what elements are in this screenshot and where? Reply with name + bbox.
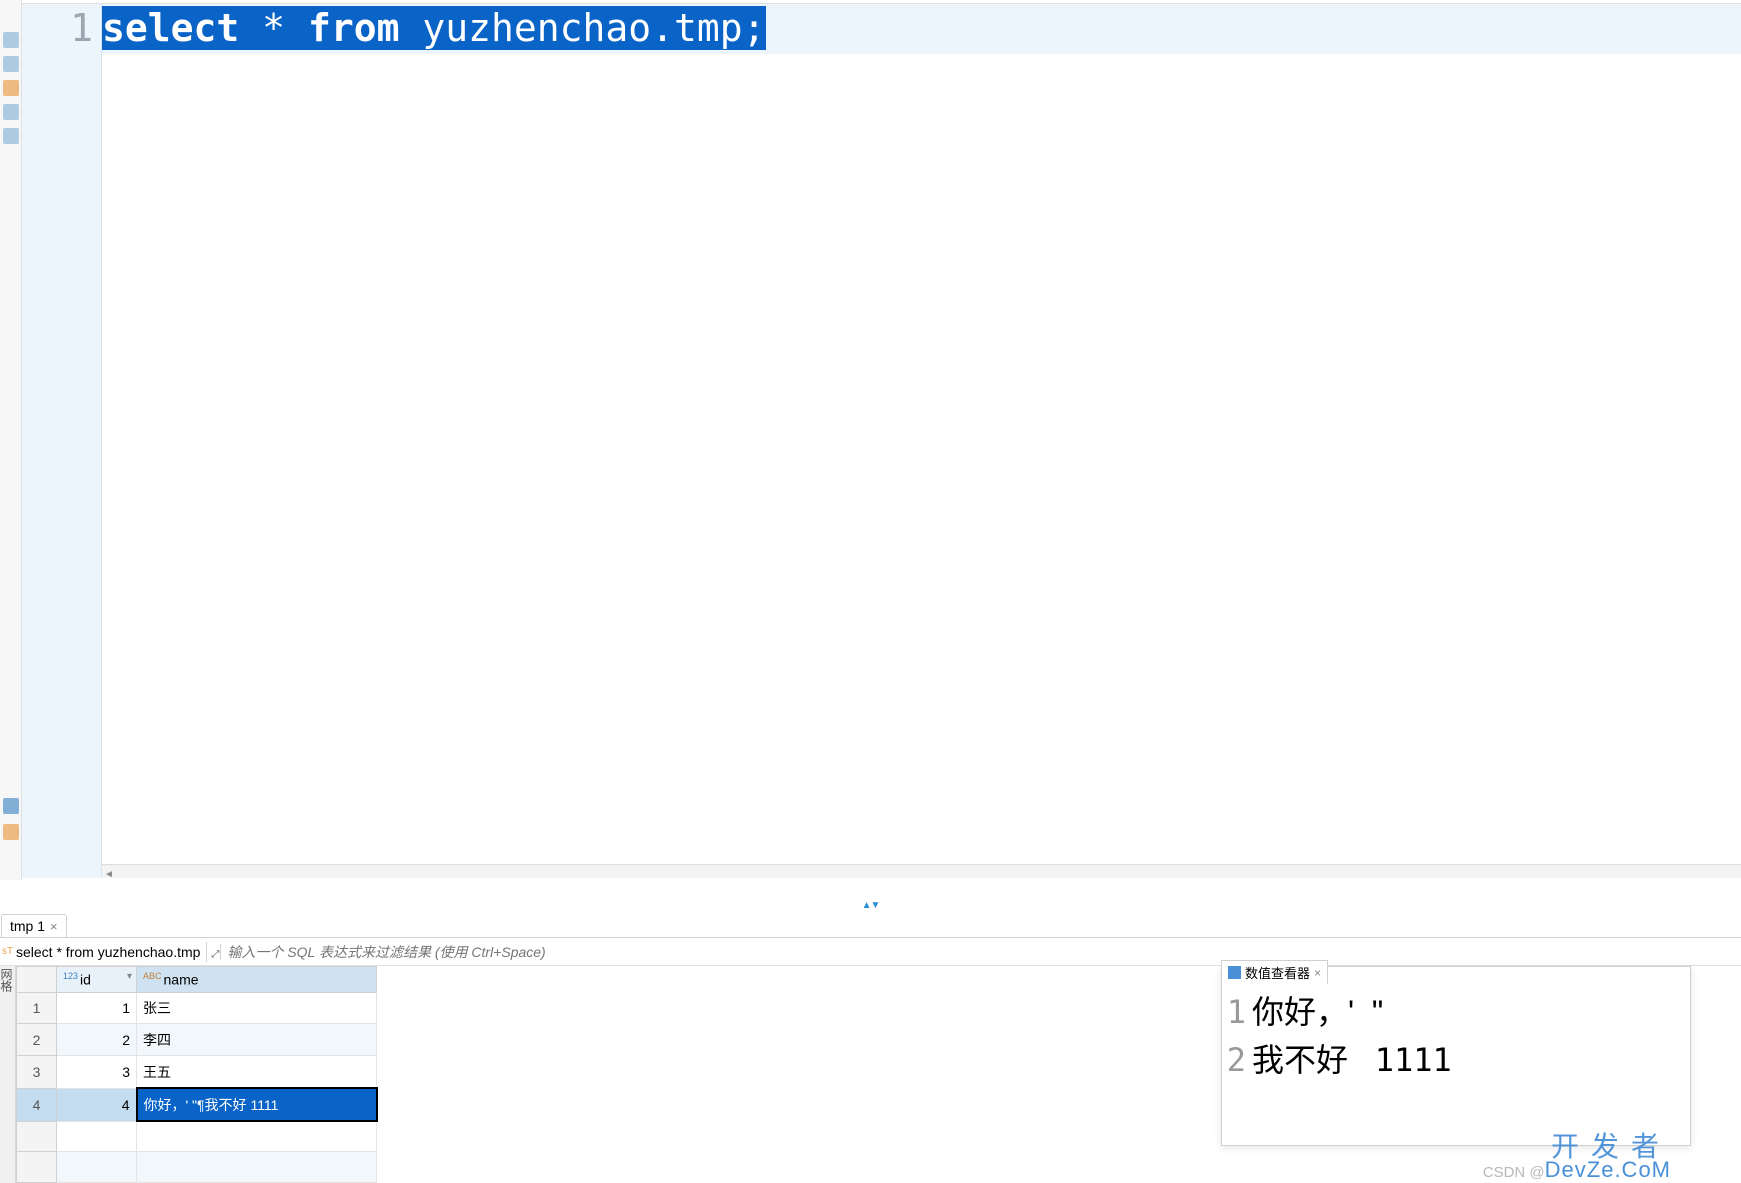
expand-icon: ⤢ [211,949,216,960]
value-viewer-tab-label: 数值查看器 [1245,963,1310,982]
scroll-left-icon[interactable]: ◄ [102,868,116,878]
name-cell-selected[interactable]: 你好，' "¶我不好 1111 [137,1088,377,1121]
table-row-empty [17,1152,377,1183]
id-cell[interactable]: 1 [57,992,137,1024]
vv-content-line: 你好，' " [1252,988,1452,1036]
sql-keyword: select [102,6,239,50]
side-vertical-tab[interactable]: 网格 [0,966,16,1183]
tool-icon[interactable] [3,104,19,120]
vv-line-number: 1 [1222,988,1246,1036]
tool-icon[interactable] [3,798,19,814]
editor-line[interactable]: select * from yuzhenchao.tmp; [102,4,1741,54]
editor-scrollbar[interactable]: ◄ [102,864,1741,878]
value-viewer-content: 你好，' " 我不好 1111 [1252,988,1452,1084]
table-row-selected[interactable]: 4 4 你好，' "¶我不好 1111 [17,1088,377,1121]
expand-button[interactable]: ⤢ [207,944,221,960]
sql-star: * [262,6,285,50]
name-cell[interactable]: 张三 [137,992,377,1024]
vv-content-line: 我不好 1111 [1252,1036,1452,1084]
pane-splitter[interactable]: ▲▼ [0,896,1741,906]
value-viewer-panel: 数值查看器 × 1 2 你好，' " 我不好 1111 [1221,966,1691,1146]
tool-icon[interactable] [3,824,19,840]
value-viewer-gutter: 1 2 [1222,988,1252,1084]
value-viewer-icon [1228,966,1241,979]
tab-label: tmp 1 [10,918,45,934]
name-cell[interactable]: 王五 [137,1056,377,1088]
tool-icon[interactable] [3,128,19,144]
type-badge-numeric: 123 [63,971,78,981]
close-icon[interactable]: × [1314,966,1321,980]
row-num-cell [17,1152,57,1183]
data-grid: 123id ▾ ABCname 1 1 张三 2 2 李四 3 3 [16,966,378,1183]
sql-keyword: from [308,6,400,50]
sql-indicator-icon: sT [0,946,10,957]
tool-icon[interactable] [3,32,19,48]
sql-editor: 1 select * from yuzhenchao.tmp; ◄ [22,3,1741,878]
name-cell[interactable]: 李四 [137,1024,377,1056]
value-viewer-body[interactable]: 1 2 你好，' " 我不好 1111 [1222,984,1690,1088]
line-number: 1 [22,4,101,54]
editor-gutter: 1 [22,4,102,878]
query-label: select * from yuzhenchao.tmp [10,942,207,962]
left-toolbar [0,0,22,880]
row-num-cell [17,1121,57,1152]
row-num-cell[interactable]: 2 [17,1024,57,1056]
row-num-cell[interactable]: 4 [17,1088,57,1121]
column-header-name[interactable]: ABCname [137,967,377,993]
column-header-id[interactable]: 123id ▾ [57,967,137,993]
result-tab[interactable]: tmp 1 × [1,914,67,937]
vv-line-number: 2 [1222,1036,1246,1084]
table-row-empty [17,1121,377,1152]
id-cell[interactable]: 4 [57,1088,137,1121]
id-cell[interactable]: 3 [57,1056,137,1088]
table-row[interactable]: 1 1 张三 [17,992,377,1024]
tool-icon[interactable] [3,80,19,96]
close-icon[interactable]: × [50,919,58,934]
row-num-header[interactable] [17,967,57,993]
tool-icon[interactable] [3,56,19,72]
editor-body[interactable]: select * from yuzhenchao.tmp; ◄ [102,4,1741,878]
row-num-cell[interactable]: 3 [17,1056,57,1088]
dropdown-icon[interactable]: ▾ [127,971,132,982]
filter-input[interactable] [221,942,1741,962]
row-num-cell[interactable]: 1 [17,992,57,1024]
value-viewer-tab[interactable]: 数值查看器 × [1221,960,1328,984]
results-control-row: sT select * from yuzhenchao.tmp ⤢ [0,938,1741,966]
sql-table-ref: yuzhenchao.tmp; [422,6,765,50]
result-tab-bar: tmp 1 × [0,910,1741,938]
table-row[interactable]: 2 2 李四 [17,1024,377,1056]
table-row[interactable]: 3 3 王五 [17,1056,377,1088]
type-badge-text: ABC [143,971,162,981]
watermark-csdn: CSDN @DevZe.CoM [1483,1157,1671,1183]
id-cell[interactable]: 2 [57,1024,137,1056]
